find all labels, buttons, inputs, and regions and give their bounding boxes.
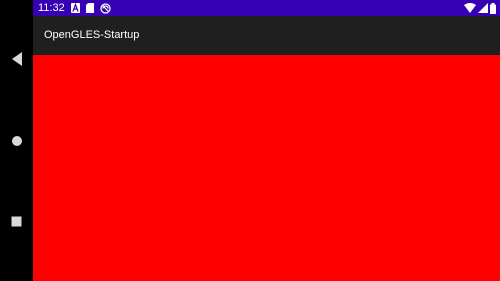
home-icon xyxy=(11,136,22,146)
gl-surface-view[interactable] xyxy=(33,55,500,281)
wifi-icon xyxy=(464,3,476,13)
status-time: 11:32 xyxy=(38,2,65,14)
status-bar: 11:32 xyxy=(33,0,500,16)
system-navigation-bar xyxy=(0,0,33,281)
sd-card-icon xyxy=(86,3,94,13)
battery-icon xyxy=(490,2,496,14)
sync-notification-icon xyxy=(100,2,111,14)
notification-icons xyxy=(71,2,111,14)
system-status-icons xyxy=(464,2,496,14)
back-icon xyxy=(11,52,22,66)
cell-signal-icon xyxy=(478,3,488,13)
recents-button[interactable] xyxy=(0,206,33,236)
back-button[interactable] xyxy=(0,44,33,74)
app-title: OpenGLES-Startup xyxy=(44,29,140,41)
app-bar: OpenGLES-Startup xyxy=(33,16,500,55)
font-a-notification-icon xyxy=(71,3,80,13)
home-button[interactable] xyxy=(0,126,33,156)
recents-icon xyxy=(11,216,22,226)
